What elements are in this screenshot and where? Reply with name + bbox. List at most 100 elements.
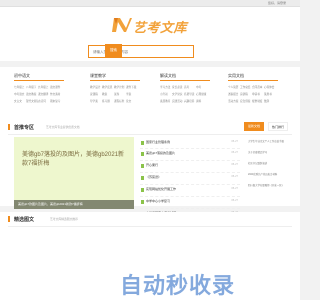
document-icon — [141, 200, 144, 204]
category-link[interactable]: 致辞 — [264, 99, 276, 103]
category-link[interactable]: 策划书 — [264, 92, 276, 96]
search-button[interactable]: 搜索 — [105, 44, 122, 57]
ranking-item[interactable]: 2024优秀共产党员发言材料 — [248, 173, 292, 177]
category-title[interactable]: 解读文档 — [160, 73, 220, 79]
ranking-item[interactable]: 社区书记致辞演讲 — [248, 162, 292, 166]
category-link[interactable]: 活动方案 — [228, 99, 240, 103]
ranking-box: 最新文档 热门排行 大学生毕业论文个人工作总结手稿 关于全省精品学习 社区书记致辞演… — [244, 122, 292, 206]
category-underline — [160, 80, 210, 81]
document-date: 05-27 — [231, 163, 238, 166]
site-name: 艺考文库 — [133, 20, 188, 35]
document-row[interactable]: 实现网站优化开展工作 05-27 — [140, 185, 240, 197]
category-link[interactable]: 语文教案 — [26, 92, 38, 96]
featured-image-card[interactable]: 美德gb7落投的及图片，美德gb2021新款7福折梅 美德gb7款图片及图片，美… — [14, 137, 134, 209]
category-link[interactable]: 课件下载 — [126, 85, 138, 89]
category-link[interactable]: 申请书 — [252, 92, 264, 96]
divider — [8, 226, 292, 227]
category-link[interactable]: 文学常识 — [172, 92, 184, 96]
login-link[interactable]: 您好，请登录 — [268, 0, 286, 6]
category-link[interactable]: 七年级上 — [14, 85, 26, 89]
document-title[interactable]: 《苏菜谱》 — [146, 175, 161, 179]
category-link[interactable]: 作文素材 — [50, 92, 62, 96]
document-date: 05-27 — [231, 151, 238, 154]
section-marker — [8, 216, 10, 222]
tab-popular[interactable]: 热门排行 — [268, 122, 288, 131]
document-title[interactable]: 国家行业管理条例 — [146, 140, 170, 144]
ranking-item[interactable]: 大学生毕业论文个人工作总结手稿 — [248, 140, 292, 144]
document-title[interactable]: 实现网站优化开展工作 — [146, 187, 176, 191]
category-link[interactable]: 合同范本 — [252, 85, 264, 89]
document-row[interactable]: 《苏菜谱》 05-27 — [140, 173, 240, 185]
category-link[interactable]: 规章制度 — [252, 99, 264, 103]
category-title[interactable]: 课堂教学 — [90, 73, 150, 79]
section-title: 首推专区 — [14, 125, 35, 131]
document-title[interactable]: 中学中心小学复习 — [146, 199, 170, 203]
category-title[interactable]: 实用文档 — [228, 73, 288, 79]
category-link[interactable]: 素质教育 — [160, 99, 172, 103]
category-link[interactable]: 应急预案 — [240, 99, 252, 103]
category-items: 七年级上 八年级下 九年级上 语文课件中考语文 语文教案 课文翻译 作文素材文言文 现代文阅读… — [14, 85, 74, 103]
category-link[interactable]: 期末复习 — [50, 99, 62, 103]
category-link[interactable]: 实践活动 — [172, 99, 184, 103]
category-column: 初中语文 七年级上 八年级下 九年级上 语文课件中考语文 语文教案 课文翻译 作文素材文言文… — [14, 73, 74, 103]
category-link[interactable]: 个人简历 — [228, 85, 240, 89]
document-row[interactable]: 开心果行 05-27 — [140, 161, 240, 173]
category-underline — [90, 80, 140, 81]
category-link[interactable]: 文言文 — [14, 99, 26, 103]
category-column: 解读文档 学习方法 家长必读 高考 中考小升初 文学常识 名著导读 心理健康素质教育 实践活动… — [160, 73, 220, 103]
document-row[interactable]: 国家行业管理条例 05-27 — [140, 138, 240, 149]
site-logo[interactable]: 艺考文库 — [112, 16, 192, 35]
category-link[interactable]: 现代文阅读 — [26, 99, 38, 103]
document-icon — [141, 164, 144, 168]
featured-panel: 首推专区 艺考文库专业提供优质文档 美德gb7落投的及图片，美德gb2021新款… — [0, 120, 300, 233]
category-title[interactable]: 初中语文 — [14, 73, 74, 79]
category-link[interactable]: 导学案 — [90, 99, 102, 103]
category-link[interactable]: 教学反思 — [102, 85, 114, 89]
category-link[interactable]: 课程标准 — [114, 99, 126, 103]
category-link[interactable]: 试卷 — [114, 92, 126, 96]
document-icon — [141, 188, 144, 192]
category-underline — [14, 80, 64, 81]
document-row[interactable]: 美德gb7落投的及图片 05-27 — [140, 149, 240, 161]
category-link[interactable]: 论文 — [126, 99, 138, 103]
category-link[interactable]: 语文课件 — [50, 85, 62, 89]
category-link[interactable]: 心得体会 — [264, 85, 276, 89]
tab-latest[interactable]: 最新文档 — [244, 122, 264, 131]
category-link[interactable]: 兴趣培养 — [184, 99, 196, 103]
category-items: 个人简历 工作总结 合同范本 心得体会述职报告 演讲稿 申请书 策划书活动方案 应急预案 规章制… — [228, 85, 288, 103]
category-link[interactable]: 学案 — [126, 92, 138, 96]
document-date: 05-27 — [231, 187, 238, 190]
category-link[interactable]: 名著导读 — [184, 92, 196, 96]
category-column: 课堂教学 教学设计 教学反思 教学计划 课件下载说课稿 教案 试卷 学案导学案 练习题 课程标准… — [90, 73, 150, 103]
category-link[interactable]: 练习题 — [102, 99, 114, 103]
category-link[interactable]: 家长必读 — [172, 85, 184, 89]
category-link[interactable]: 高考 — [184, 85, 196, 89]
category-link[interactable]: 八年级下 — [26, 85, 38, 89]
category-link[interactable]: 九年级上 — [38, 85, 50, 89]
category-link[interactable]: 古诗词 — [38, 99, 50, 103]
category-link[interactable]: 教案 — [102, 92, 114, 96]
category-link[interactable]: 工作总结 — [240, 85, 252, 89]
category-link[interactable]: 教学计划 — [114, 85, 126, 89]
logo-mark-icon — [112, 18, 132, 32]
ranking-list: 大学生毕业论文个人工作总结手稿 关于全省精品学习 社区书记致辞演讲 2024优秀共产党… — [248, 140, 292, 195]
category-link[interactable]: 课文翻译 — [38, 92, 50, 96]
category-link[interactable]: 演讲稿 — [240, 92, 252, 96]
ranking-item[interactable]: 四川省大学在职教师《开发一区》 — [248, 184, 292, 188]
featured-caption[interactable]: 美德gb7款图片及图片，美德gb2021新款7福折梅 — [14, 200, 134, 209]
category-link[interactable]: 学习方法 — [160, 85, 172, 89]
document-title[interactable]: 开心果行 — [146, 163, 158, 167]
category-link[interactable]: 述职报告 — [228, 92, 240, 96]
category-link[interactable]: 教学设计 — [90, 85, 102, 89]
category-link[interactable]: 中考语文 — [14, 92, 26, 96]
top-bar: 您好，请登录 — [0, 0, 300, 7]
category-link[interactable]: 资料 — [196, 99, 208, 103]
ranking-item[interactable]: 关于全省精品学习 — [248, 151, 292, 155]
category-link[interactable]: 说课稿 — [90, 92, 102, 96]
category-link[interactable]: 中考 — [196, 85, 208, 89]
category-link[interactable]: 心理健康 — [196, 92, 208, 96]
document-title[interactable]: 美德gb7落投的及图片 — [146, 151, 175, 155]
section-title: 精选图文 — [14, 217, 35, 223]
category-link[interactable]: 小升初 — [160, 92, 172, 96]
document-row[interactable]: 中学中心小学复习 05-27 — [140, 197, 240, 209]
